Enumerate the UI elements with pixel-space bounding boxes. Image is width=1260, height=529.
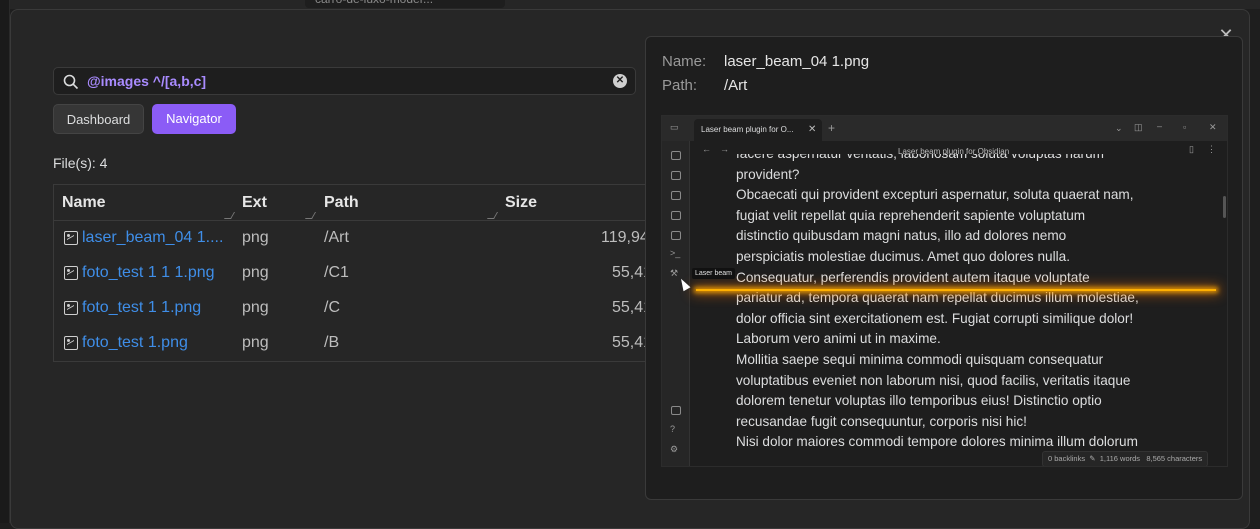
file-path: /B	[324, 334, 340, 351]
status-chars: 8,565 characters	[1146, 454, 1203, 463]
note-line: fugiat velit repellat quia reprehenderit…	[736, 207, 1086, 223]
name-value: laser_beam_04 1.png	[724, 53, 870, 70]
table-header: Name Ext Path Size	[54, 185, 657, 221]
image-file-icon	[64, 336, 78, 350]
name-label: Name:	[662, 53, 707, 70]
path-label: Path:	[662, 77, 698, 94]
calendar-icon	[671, 211, 681, 220]
file-preview-panel: Name: laser_beam_04 1.png Path: /Art ▭ Las…	[645, 36, 1243, 500]
note-line: perspiciatis molestiae ducimus. Amet quo…	[736, 248, 1070, 264]
preview-name: Name: laser_beam_04 1.png	[662, 53, 869, 70]
back-icon: ←	[702, 144, 711, 154]
reading-icon: ▯	[1189, 144, 1194, 154]
file-ext: png	[242, 229, 269, 246]
dashboard-button[interactable]: Dashboard	[53, 104, 144, 134]
chevron-down-icon: ⌄	[1115, 123, 1123, 133]
more-icon: ⋮	[1207, 144, 1216, 154]
top-tab-strip: carro-de-luxo-moder...	[0, 0, 1260, 9]
resize-handle[interactable]	[486, 212, 499, 219]
note-line: Mollitia saepe sequi minima commodi quis…	[736, 351, 1104, 367]
image-status-bar: 0 backlinks ✎ 1,116 words 8,565 characte…	[1042, 451, 1209, 466]
laser-beam-line	[696, 289, 1216, 291]
file-ext: png	[242, 299, 269, 316]
files-table: Name Ext Path Size laser_beam_04 1.... p…	[53, 184, 657, 362]
table-row[interactable]: foto_test 1.png png /B 55,41	[54, 326, 657, 361]
note-line: distinctio quibusdam magni natus, illo a…	[736, 228, 1067, 244]
note-line: Laborum vero animi ut in maxime.	[736, 331, 941, 347]
file-ext: png	[242, 334, 269, 351]
table-row[interactable]: foto_test 1 1.png png /C 55,41	[54, 291, 657, 326]
table-row[interactable]: foto_test 1 1 1.png png /C1 55,41	[54, 256, 657, 291]
terminal-icon: >_	[670, 248, 681, 258]
clear-icon[interactable]: ✕	[613, 74, 627, 88]
image-ribbon: >_ ⚒ ? ⚙	[662, 141, 690, 466]
tab-close-icon: ✕	[808, 124, 817, 135]
image-scrollbar	[1223, 196, 1226, 218]
status-words: 1,116 words	[1099, 454, 1141, 463]
help-icon: ?	[670, 424, 676, 434]
canvas-icon	[671, 191, 681, 200]
header-name[interactable]: Name	[62, 194, 106, 212]
note-line: Obcaecati qui provident excepturi aspern…	[736, 187, 1134, 203]
window-close-icon: ✕	[1209, 122, 1217, 132]
new-tab-icon: +	[828, 121, 836, 135]
file-name-link[interactable]: laser_beam_04 1....	[82, 229, 223, 247]
file-name-link[interactable]: foto_test 1 1 1.png	[82, 264, 215, 282]
note-line: recusandae fugit consequuntur, corporis …	[736, 413, 1027, 429]
note-line: provident?	[736, 166, 800, 182]
image-file-icon	[64, 301, 78, 315]
file-path: /C1	[324, 264, 349, 281]
files-icon	[671, 151, 681, 160]
file-name-link[interactable]: foto_test 1 1.png	[82, 299, 201, 317]
image-tab-title: Laser beam plugin for O...	[701, 125, 794, 134]
resize-handle[interactable]	[304, 212, 317, 219]
note-line: voluptatibus eveniet non laborum nisi, q…	[736, 372, 1131, 388]
table-row[interactable]: laser_beam_04 1.... png /Art 119,944	[54, 221, 657, 256]
file-path: /Art	[324, 229, 349, 246]
note-line: dolor officia sint exercitationem est. F…	[736, 310, 1134, 326]
vault-icon	[671, 406, 681, 415]
note-line: facere aspernatur veritatis, laboriosam …	[736, 154, 1176, 165]
image-file-icon	[64, 266, 78, 280]
background-tab[interactable]: carro-de-luxo-moder...	[305, 0, 505, 8]
status-backlinks: 0 backlinks	[1048, 454, 1086, 463]
header-size[interactable]: Size	[505, 194, 537, 212]
laser-tooltip: Laser beam	[692, 268, 735, 279]
path-value: /Art	[724, 77, 748, 94]
image-file-icon	[64, 231, 78, 245]
graph-icon	[671, 171, 681, 180]
file-name-link[interactable]: foto_test 1.png	[82, 334, 188, 352]
image-tab: Laser beam plugin for O... ✕	[694, 119, 822, 141]
note-line: pariatur ad, tempora quaerat nam repella…	[736, 290, 1139, 306]
preview-image: ▭ Laser beam plugin for O... ✕ + ⌄ ◫ – ▫…	[661, 115, 1228, 467]
layout-icon: ◫	[1134, 122, 1143, 132]
note-line: Nisi dolor maiores commodi tempore dolor…	[736, 434, 1138, 450]
forward-icon: →	[720, 144, 729, 154]
resize-handle[interactable]	[223, 212, 236, 219]
file-path: /C	[324, 299, 340, 316]
header-path[interactable]: Path	[324, 194, 359, 212]
note-line: Consequatur, perferendis provident autem…	[736, 269, 1090, 285]
note-line: dolorem tenetur voluptas illo temporibus…	[736, 393, 1102, 409]
navigator-button[interactable]: Navigator	[152, 104, 236, 134]
image-tab-bar: ▭ Laser beam plugin for O... ✕ + ⌄ ◫ – ▫…	[662, 116, 1227, 141]
maximize-icon: ▫	[1183, 122, 1187, 132]
minimize-icon: –	[1157, 121, 1163, 131]
settings-icon: ⚙	[670, 444, 679, 454]
image-note-text: facere aspernatur veritatis, laboriosam …	[736, 154, 1176, 460]
search-icon	[63, 74, 79, 90]
preview-path: Path: /Art	[662, 77, 747, 94]
search-query[interactable]: @images ^/[a,b,c]	[87, 73, 206, 89]
header-ext[interactable]: Ext	[242, 194, 267, 212]
copy-icon	[671, 231, 681, 240]
laser-icon: ⚒	[670, 268, 679, 278]
files-count: File(s): 4	[53, 155, 108, 171]
sidebar-toggle-icon: ▭	[670, 122, 679, 132]
left-ribbon	[0, 0, 10, 523]
file-ext: png	[242, 264, 269, 281]
search-input[interactable]: @images ^/[a,b,c] ✕	[53, 67, 636, 95]
